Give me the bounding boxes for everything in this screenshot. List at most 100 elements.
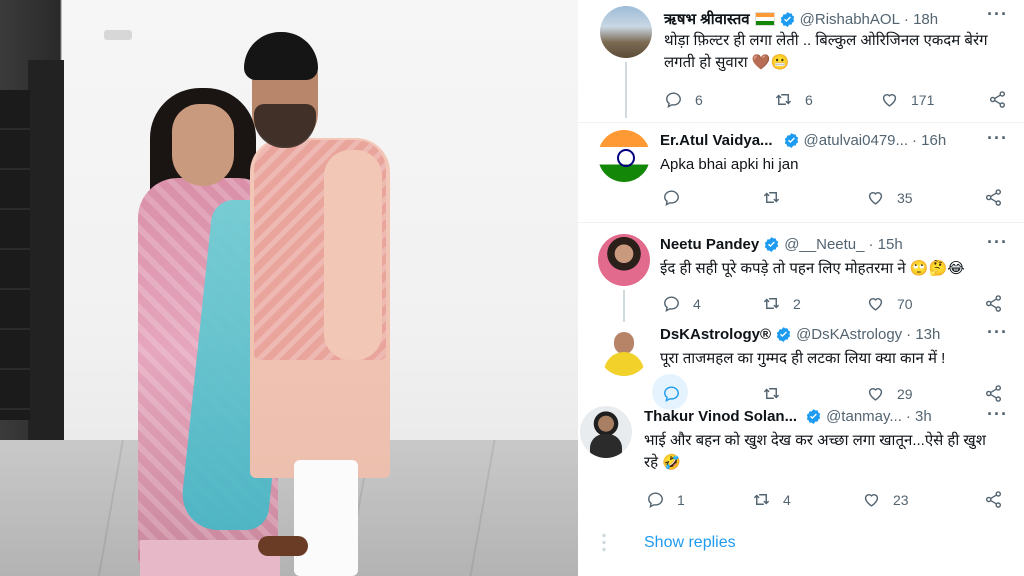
share-icon [985,295,1002,312]
display-name[interactable]: Thakur Vinod Solan... [644,408,797,425]
reply-count: 4 [693,295,701,312]
reply-tweet[interactable]: ऋषभ श्रीवास्तव @RishabhAOL · 18h ··· थोड… [578,0,1024,122]
avatar[interactable] [580,406,632,458]
retweet-icon [775,94,792,105]
tweet-actions: 1 4 23 [646,490,1006,510]
tweet-header: Thakur Vinod Solan... @tanmay... · 3h [644,408,932,425]
photo-doorframe [28,60,64,440]
like-button[interactable]: 171 [880,90,934,109]
reply-tweet[interactable]: Thakur Vinod Solan... @tanmay... · 3h ··… [578,404,1024,524]
tweet-time[interactable]: · 16h [912,132,946,149]
reply-button[interactable] [662,188,693,207]
share-icon [985,385,1002,402]
like-button[interactable]: 70 [866,294,913,313]
retweet-icon [753,494,770,505]
like-button[interactable]: 23 [862,490,909,509]
reply-icon [648,492,663,508]
display-name[interactable]: DsKAstrology® [660,326,771,343]
verified-badge-icon [780,11,794,27]
thread-dots-icon [602,532,606,554]
verified-badge-icon [784,133,798,148]
display-name[interactable]: Neetu Pandey [660,236,759,253]
verified-badge-icon [765,237,779,252]
tweet-text: पूरा ताजमहल का गुम्मद ही लटका लिया क्या … [660,350,946,367]
tweet-actions: 35 [662,188,1007,208]
user-handle[interactable]: @__Neetu_ [784,236,864,253]
like-count: 23 [893,491,909,508]
share-button[interactable] [984,294,1003,316]
retweet-icon [763,192,780,203]
like-count: 29 [897,385,913,402]
reply-icon [664,190,679,206]
tweet-actions: 6 6 171 [664,90,1009,110]
tweet-time[interactable]: · 3h [906,408,932,425]
retweet-count: 2 [793,295,801,312]
tweet-time[interactable]: · 13h [906,326,940,343]
avatar[interactable] [598,130,650,182]
display-name[interactable]: ऋषभ श्रीवास्तव [664,9,750,29]
retweet-count: 4 [783,491,791,508]
more-icon[interactable]: ··· [987,404,1008,425]
like-icon [882,94,897,107]
retweet-count: 6 [805,91,813,108]
user-handle[interactable]: @tanmay... [826,408,902,425]
man-pants [294,460,358,576]
tweet-text: भाई और बहन को खुश देख कर अच्छा लगा खातून… [644,432,986,471]
retweet-icon [763,388,780,399]
share-button[interactable] [984,384,1003,406]
reply-tweet[interactable]: DsKAstrology® @DsKAstrology · 13h ··· पू… [578,318,1024,410]
reply-tweet[interactable]: Er.Atul Vaidya... @atulvai0479... · 16h … [578,122,1024,222]
more-icon[interactable]: ··· [987,322,1008,343]
like-icon [868,192,883,205]
tweet-header: DsKAstrology® @DsKAstrology · 13h [660,326,940,343]
like-icon [864,494,879,507]
user-handle[interactable]: @DsKAstrology [796,326,902,343]
photo-door [0,90,30,420]
tweet-header: Er.Atul Vaidya... @atulvai0479... · 16h [660,132,946,149]
reply-button[interactable] [662,384,693,403]
reply-button[interactable]: 4 [662,294,701,313]
photo-hooks [104,30,132,40]
like-button[interactable]: 35 [866,188,913,207]
avatar[interactable] [598,324,650,376]
retweet-button[interactable]: 6 [774,90,813,109]
user-handle[interactable]: @atulvai0479... [804,132,908,149]
show-replies-link[interactable]: Show replies [644,534,736,552]
more-icon[interactable]: ··· [987,128,1008,149]
retweet-button[interactable]: 2 [762,294,801,313]
reply-thread[interactable]: ऋषभ श्रीवास्तव @RishabhAOL · 18h ··· थोड… [578,0,1024,576]
verified-badge-icon [776,327,791,342]
avatar[interactable] [598,234,650,286]
tweet-photo[interactable] [0,0,578,576]
tweet-time[interactable]: · 18h [904,11,938,28]
reply-count: 1 [677,491,685,508]
retweet-button[interactable]: 4 [752,490,791,509]
more-icon[interactable]: ··· [987,4,1008,25]
share-button[interactable] [984,490,1003,512]
india-flag-icon [754,12,775,26]
like-icon [868,388,883,401]
like-count: 35 [897,189,913,206]
reply-button[interactable]: 1 [646,490,685,509]
reply-button[interactable]: 6 [664,90,703,109]
share-button[interactable] [984,188,1003,210]
reply-count: 6 [695,91,703,108]
tweet-text: थोड़ा फ़िल्टर ही लगा लेती .. बिल्कुल ओरि… [664,32,988,71]
like-button[interactable]: 29 [866,384,913,403]
avatar[interactable] [600,6,652,58]
retweet-button[interactable] [762,188,793,207]
tweet-time[interactable]: · 15h [868,236,902,253]
tweet-actions: 29 [662,384,1007,404]
tweet-actions: 4 2 70 [662,294,1007,314]
like-count: 171 [911,91,935,108]
retweet-icon [763,298,780,309]
user-handle[interactable]: @RishabhAOL [800,11,900,28]
thread-connector [625,62,627,118]
share-button[interactable] [988,90,1007,112]
more-icon[interactable]: ··· [987,232,1008,253]
tweet-header: Neetu Pandey @__Neetu_ · 15h [660,236,903,253]
reply-tweet[interactable]: Neetu Pandey @__Neetu_ · 15h ··· ईद ही स… [578,222,1024,322]
man-shoe [258,536,308,556]
display-name[interactable]: Er.Atul Vaidya... [660,132,773,149]
retweet-button[interactable] [762,384,793,403]
